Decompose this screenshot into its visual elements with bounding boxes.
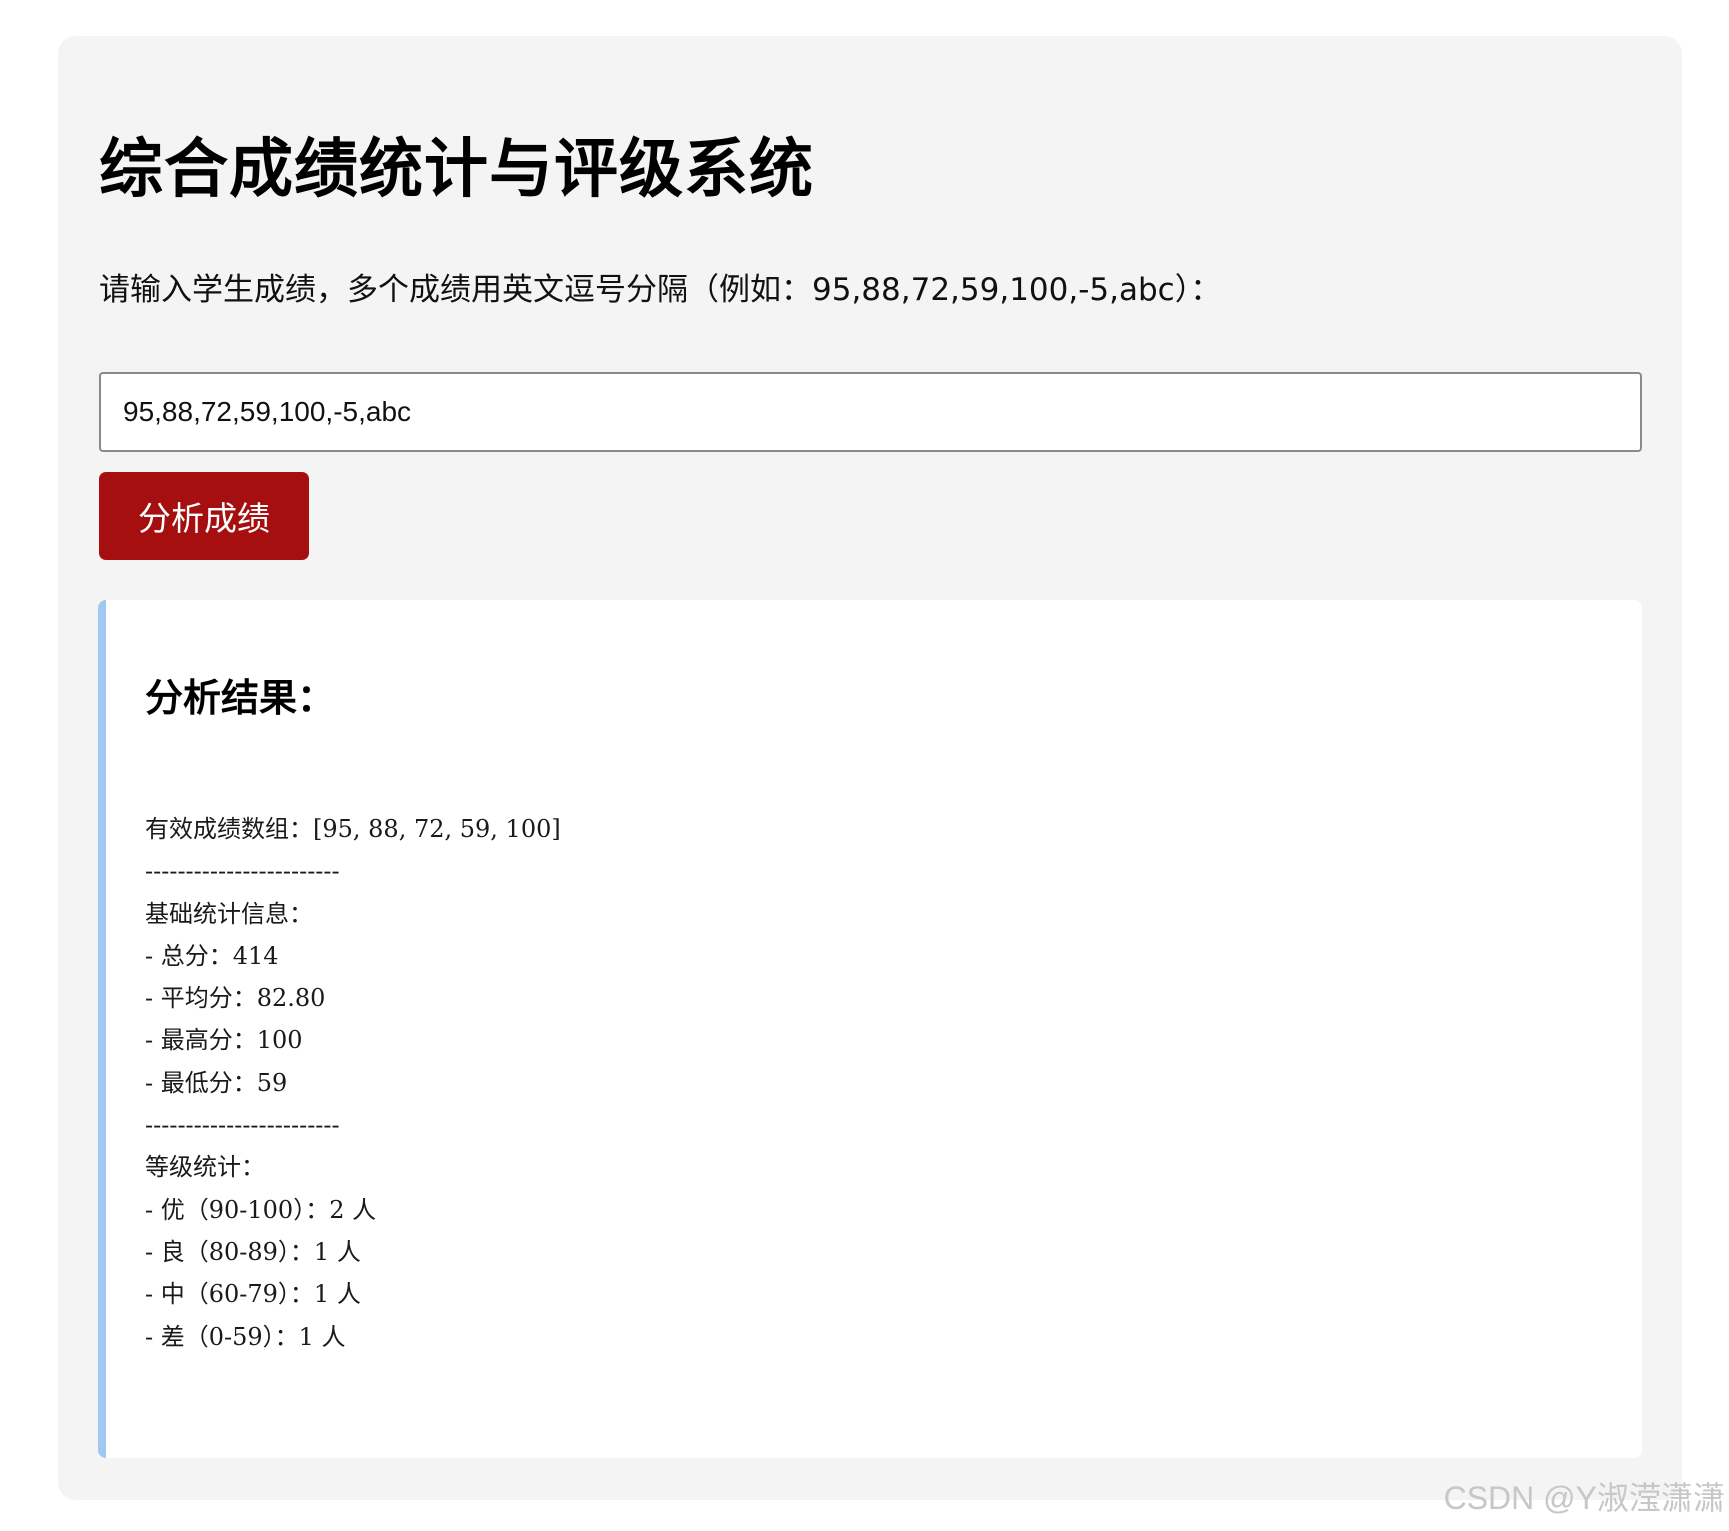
valid-scores-line: 有效成绩数组：[95, 88, 72, 59, 100] [145, 815, 561, 843]
divider-line: ------------------------ [145, 1111, 340, 1140]
max-score-line: - 最高分：100 [145, 1026, 303, 1055]
result-title: 分析结果： [145, 676, 336, 720]
analyze-button[interactable]: 分析成绩 [99, 472, 309, 560]
result-panel: 分析结果： 有效成绩数组：[95, 88, 72, 59, 100] -----… [98, 600, 1642, 1458]
grade-stats-heading: 等级统计： [145, 1153, 265, 1182]
average-score-line: - 平均分：82.80 [145, 984, 326, 1013]
divider-line: ------------------------ [145, 857, 340, 886]
basic-stats-heading: 基础统计信息： [145, 899, 313, 928]
page: 综合成绩统计与评级系统 请输入学生成绩，多个成绩用英文逗号分隔（例如：95,88… [0, 0, 1729, 1531]
grade-medium-line: - 中（60-79）：1 人 [145, 1280, 361, 1309]
grade-poor-line: - 差（0-59）：1 人 [145, 1322, 346, 1351]
result-output: 有效成绩数组：[95, 88, 72, 59, 100] -----------… [145, 808, 1545, 1358]
csdn-watermark: CSDN @Y淑滢潇潇 [1443, 1480, 1725, 1516]
input-prompt-label: 请输入学生成绩，多个成绩用英文逗号分隔（例如：95,88,72,59,100,-… [99, 272, 1222, 308]
score-input[interactable] [99, 372, 1642, 452]
page-title: 综合成绩统计与评级系统 [99, 133, 814, 207]
total-score-line: - 总分：414 [145, 941, 279, 970]
min-score-line: - 最低分：59 [145, 1068, 288, 1097]
grade-good-line: - 良（80-89）：1 人 [145, 1237, 361, 1266]
grade-excellent-line: - 优（90-100）：2 人 [145, 1195, 377, 1224]
